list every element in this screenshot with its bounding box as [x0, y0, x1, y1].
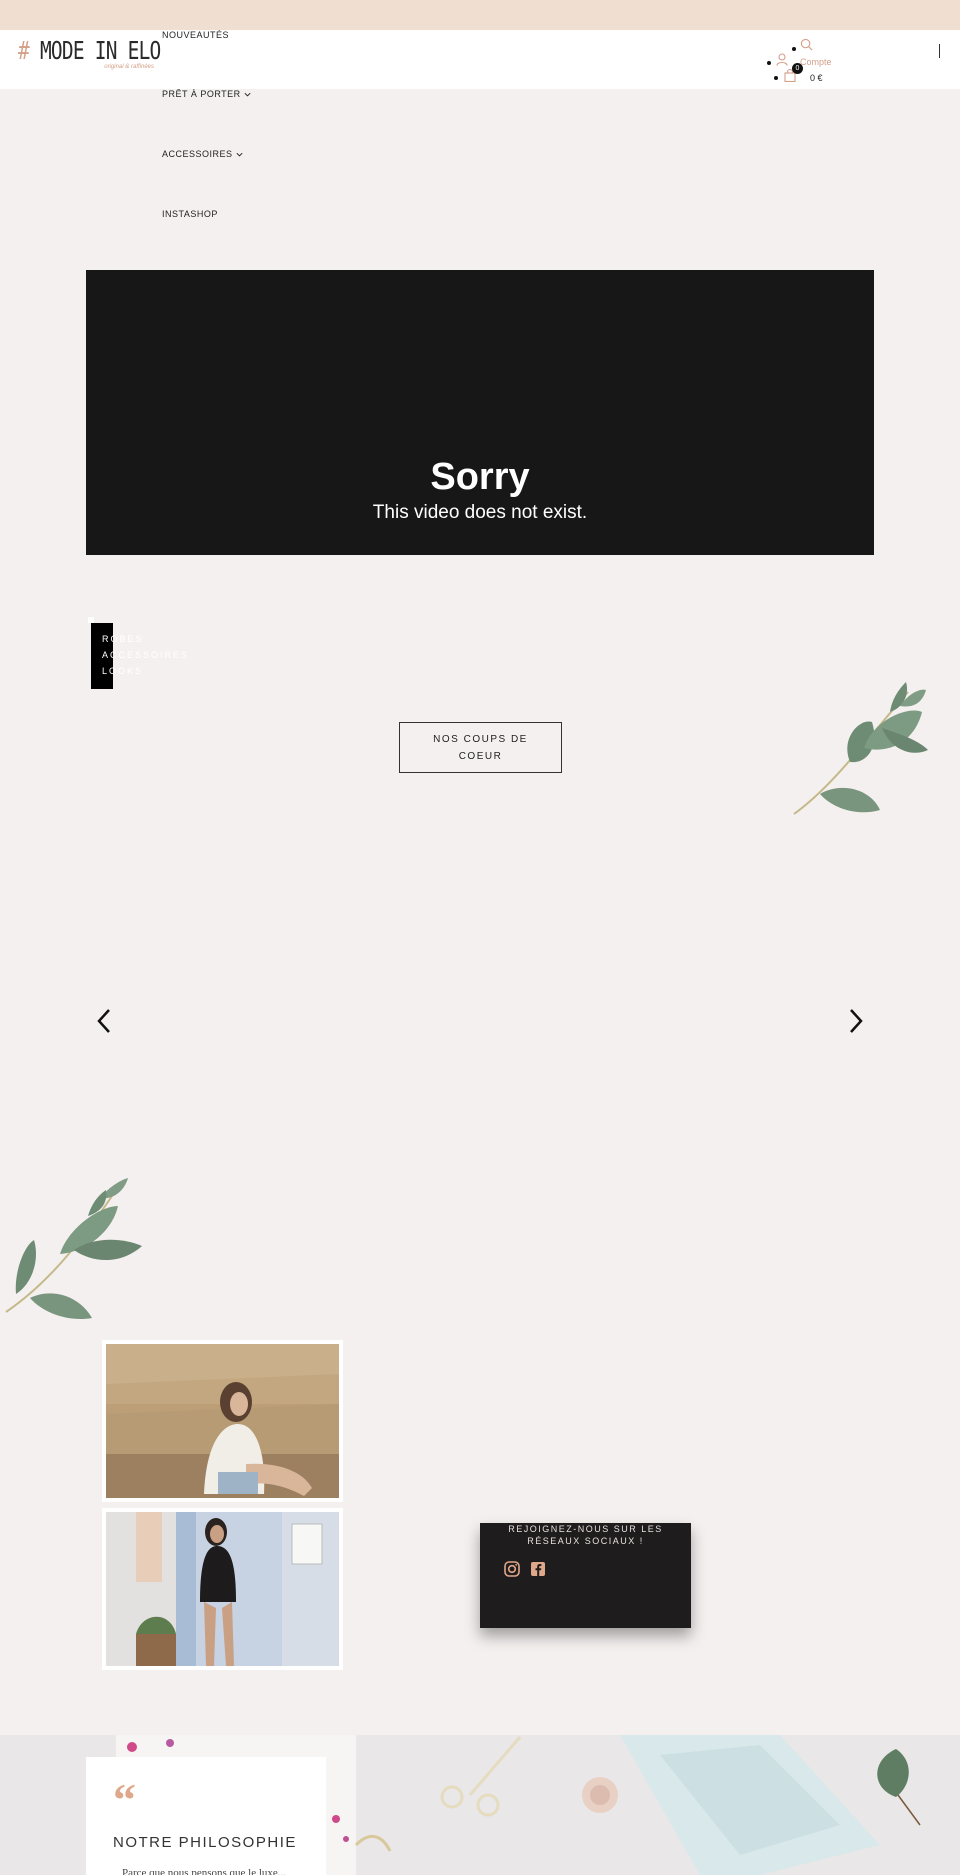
video-error-title: Sorry — [430, 456, 530, 498]
nav-label: NOUVEAUTÉS — [162, 30, 230, 40]
social-title: REJOIGNEZ-NOUS SUR LES RÉSEAUX SOCIAUX ! — [508, 1524, 663, 1546]
instagram-icon[interactable] — [503, 1560, 521, 1578]
nav-item-instashop[interactable]: INSTASHOP — [162, 209, 218, 219]
quote-icon: “ — [113, 1774, 136, 1825]
social-panel: REJOIGNEZ-NOUS SUR LES RÉSEAUX SOCIAUX ! — [480, 1523, 691, 1628]
search-icon[interactable] — [800, 38, 813, 51]
instagram-photo[interactable] — [102, 1340, 343, 1502]
nav-label: INSTASHOP — [162, 209, 218, 219]
eucalyptus-leaf-image — [793, 682, 928, 815]
philosophy-text: Parce que nous pensons que le luxe... — [122, 1867, 287, 1875]
list-bullet — [774, 76, 778, 80]
coups-de-coeur-button[interactable]: NOS COUPS DE COEUR — [399, 722, 562, 773]
site-logo[interactable]: # MODE IN ELO original & raffinées — [18, 36, 161, 76]
logo-hash: # — [18, 36, 30, 65]
header-divider — [939, 44, 940, 58]
chevron-down-icon — [244, 92, 251, 96]
list-bullet — [767, 61, 771, 65]
instagram-photo[interactable] — [102, 1508, 343, 1670]
facebook-icon[interactable] — [529, 1560, 547, 1578]
user-icon[interactable] — [776, 53, 788, 66]
announcement-bar — [0, 0, 960, 30]
chevron-down-icon — [236, 152, 243, 156]
nav-label: ACCESSOIRES — [162, 149, 233, 159]
carousel-prev-arrow-icon[interactable] — [92, 1006, 116, 1036]
nav-item-accessoires[interactable]: ACCESSOIRES — [162, 149, 244, 159]
logo-tagline: original & raffinées — [104, 64, 154, 70]
logo-text: MODE IN ELO — [39, 36, 161, 65]
side-menu-item[interactable]: LOOKS — [102, 666, 143, 676]
photo-woman-in-field — [106, 1344, 339, 1498]
cart-total[interactable]: 0 € — [810, 73, 823, 83]
nav-item-pret-a-porter[interactable]: PRÊT À PORTER — [162, 89, 252, 99]
photo-woman-at-door — [106, 1512, 339, 1666]
video-error-message: This video does not exist. — [372, 502, 588, 523]
logo-wordmark: # MODE IN ELO — [18, 36, 161, 65]
carousel-next-arrow-icon[interactable] — [844, 1006, 868, 1036]
account-link[interactable]: Compte — [800, 57, 832, 67]
nav-item-nouveautes[interactable]: NOUVEAUTÉS — [162, 30, 229, 40]
philosophy-title: NOTRE PHILOSOPHIE — [113, 1834, 297, 1851]
header-actions: Compte 0 0 € — [760, 34, 860, 86]
cart-count-badge: 0 — [792, 63, 803, 74]
side-menu-item[interactable]: ACCESSOIRES — [102, 650, 189, 660]
eucalyptus-leaf-image — [5, 1178, 142, 1320]
philosophy-card: “ NOTRE PHILOSOPHIE Parce que nous penso… — [86, 1757, 326, 1875]
list-bullet — [792, 47, 796, 51]
side-menu-item[interactable]: ROBES — [102, 634, 144, 644]
video-player[interactable]: Sorry This video does not exist. — [86, 270, 874, 555]
nav-label: PRÊT À PORTER — [162, 89, 241, 99]
